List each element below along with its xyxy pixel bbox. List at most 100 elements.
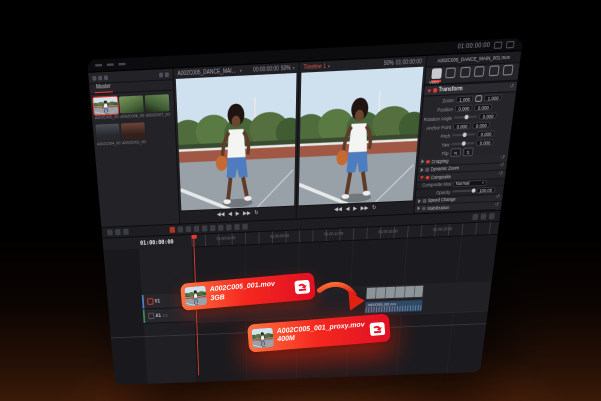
- yaw-field[interactable]: 0.000: [476, 139, 494, 146]
- transition-tab-icon: [474, 66, 485, 77]
- reset-icon[interactable]: ↺: [495, 203, 500, 208]
- reset-icon[interactable]: ↺: [495, 195, 500, 200]
- zoom-in-icon[interactable]: [123, 229, 129, 235]
- pitch-field[interactable]: 0.000: [477, 130, 495, 137]
- razor-tool-icon[interactable]: [186, 226, 192, 232]
- pitch-slider[interactable]: [452, 133, 475, 136]
- search-icon[interactable]: [159, 72, 163, 77]
- timeline-video-clip[interactable]: [365, 285, 424, 300]
- tab-image[interactable]: [488, 65, 499, 76]
- section-enabled-toggle[interactable]: [426, 175, 430, 179]
- media-clip[interactable]: A002C006_001: [119, 95, 144, 121]
- clip-thumbnail[interactable]: [145, 94, 170, 112]
- flip-vertical-button[interactable]: ⇅: [462, 147, 473, 156]
- clip-thumbnail[interactable]: [119, 95, 144, 113]
- media-clip[interactable]: A002C003_001: [121, 122, 146, 147]
- mixer-icon[interactable]: [472, 214, 478, 220]
- step-back-button[interactable]: ◀: [228, 213, 232, 219]
- grid-view-icon[interactable]: [92, 75, 96, 80]
- window-restore-icon[interactable]: [494, 41, 503, 49]
- insert-clip-icon[interactable]: [194, 226, 200, 232]
- tab-file[interactable]: [502, 65, 513, 76]
- timeline-audio-clip[interactable]: A002C005_001.mov: [365, 300, 423, 314]
- loop-button[interactable]: ↻: [254, 211, 258, 217]
- step-back-button[interactable]: ◀: [345, 207, 349, 213]
- anchor-x-field[interactable]: 0.000: [453, 122, 471, 129]
- rotation-field[interactable]: 0.000: [479, 112, 497, 120]
- overwrite-clip-icon[interactable]: [202, 225, 208, 231]
- expand-caret-icon: [417, 206, 420, 210]
- reset-icon[interactable]: ↺: [499, 163, 504, 168]
- opacity-field[interactable]: 100.00: [476, 187, 495, 194]
- fast-forward-button[interactable]: ▶▶: [360, 207, 368, 213]
- timeline-viewer-screen[interactable]: [299, 67, 424, 207]
- section-enabled-toggle[interactable]: [426, 160, 430, 164]
- tab-effects[interactable]: [460, 67, 471, 78]
- timeline-view-options-icon[interactable]: [107, 229, 113, 235]
- track-lock-toggle[interactable]: [148, 313, 154, 319]
- bin-tab-master[interactable]: Master: [94, 83, 113, 93]
- fast-forward-button[interactable]: ▶▶: [243, 212, 251, 218]
- rotation-slider[interactable]: [454, 115, 477, 118]
- zoom-y-field[interactable]: 1.000: [484, 94, 502, 102]
- window-menu-icon[interactable]: [506, 41, 515, 49]
- marker-icon[interactable]: [242, 224, 247, 230]
- snapping-icon[interactable]: [218, 225, 224, 231]
- chevron-down-icon: ▾: [482, 180, 485, 185]
- zoom-x-field[interactable]: 1.000: [455, 95, 473, 103]
- media-clip[interactable]: A002C004_001: [95, 124, 120, 149]
- effects-tab-icon: [460, 67, 471, 78]
- reset-icon[interactable]: ↺: [498, 171, 503, 176]
- flag-icon[interactable]: [234, 224, 239, 230]
- badge-thumbnail: [184, 286, 207, 307]
- anchor-y-field[interactable]: 0.000: [472, 122, 490, 129]
- media-clip[interactable]: A002C005_001: [93, 97, 119, 123]
- loop-button[interactable]: ↻: [372, 206, 377, 212]
- section-enabled-toggle[interactable]: [423, 199, 427, 203]
- section-enabled-toggle[interactable]: [425, 168, 429, 172]
- inspector-toggle-icon[interactable]: [489, 213, 495, 219]
- collapse-caret-icon: [420, 176, 424, 179]
- flip-horizontal-button[interactable]: ⇆: [450, 148, 461, 157]
- timeline-name[interactable]: Timeline 1: [303, 63, 326, 71]
- clip-thumbnail[interactable]: [95, 124, 120, 141]
- section-enabled-toggle[interactable]: [422, 206, 426, 210]
- section-enabled-toggle[interactable]: [433, 88, 437, 92]
- options-icon[interactable]: [165, 72, 169, 77]
- trim-edit-mode-icon[interactable]: [170, 227, 176, 233]
- clip-thumbnail[interactable]: [121, 122, 146, 140]
- clip-thumbnail-selected[interactable]: [93, 97, 118, 115]
- tab-audio[interactable]: [445, 67, 456, 78]
- yaw-slider[interactable]: [451, 142, 474, 145]
- reset-icon[interactable]: ↺: [500, 155, 505, 161]
- active-tab-label: Video: [429, 78, 440, 84]
- sort-icon[interactable]: [104, 75, 108, 80]
- media-clip[interactable]: A002C007_001: [145, 94, 170, 120]
- opacity-slider[interactable]: [452, 190, 475, 193]
- track-lock-toggle[interactable]: [147, 298, 153, 304]
- rewind-button[interactable]: ◀◀: [334, 208, 342, 214]
- link-clips-icon[interactable]: [226, 224, 231, 230]
- source-viewer-screen[interactable]: [176, 73, 297, 212]
- menu-dash: [118, 63, 125, 65]
- chevron-down-icon[interactable]: ▾: [328, 63, 330, 69]
- reset-icon[interactable]: ↺: [509, 84, 514, 90]
- source-zoom-select[interactable]: 50%: [281, 64, 291, 72]
- tab-transition[interactable]: [474, 66, 485, 77]
- audio-waveform: [366, 305, 422, 313]
- zoom-out-icon[interactable]: [115, 229, 121, 235]
- selection-tool-icon[interactable]: [178, 226, 184, 232]
- link-icon[interactable]: [475, 95, 483, 102]
- metadata-icon[interactable]: [480, 213, 486, 219]
- chevron-down-icon[interactable]: ▾: [240, 68, 242, 74]
- replace-clip-icon[interactable]: [210, 225, 216, 231]
- composite-mode-select[interactable]: Normal ▾: [453, 180, 487, 187]
- rewind-button[interactable]: ◀◀: [217, 213, 225, 219]
- list-view-icon[interactable]: [98, 75, 102, 80]
- play-button[interactable]: ▶: [353, 207, 357, 213]
- position-x-field[interactable]: 0.000: [455, 104, 473, 112]
- position-y-field[interactable]: 0.000: [474, 104, 492, 112]
- timeline-zoom-select[interactable]: 50%: [384, 59, 394, 67]
- play-button[interactable]: ▶: [236, 212, 240, 218]
- chevron-down-icon[interactable]: ▾: [293, 65, 295, 71]
